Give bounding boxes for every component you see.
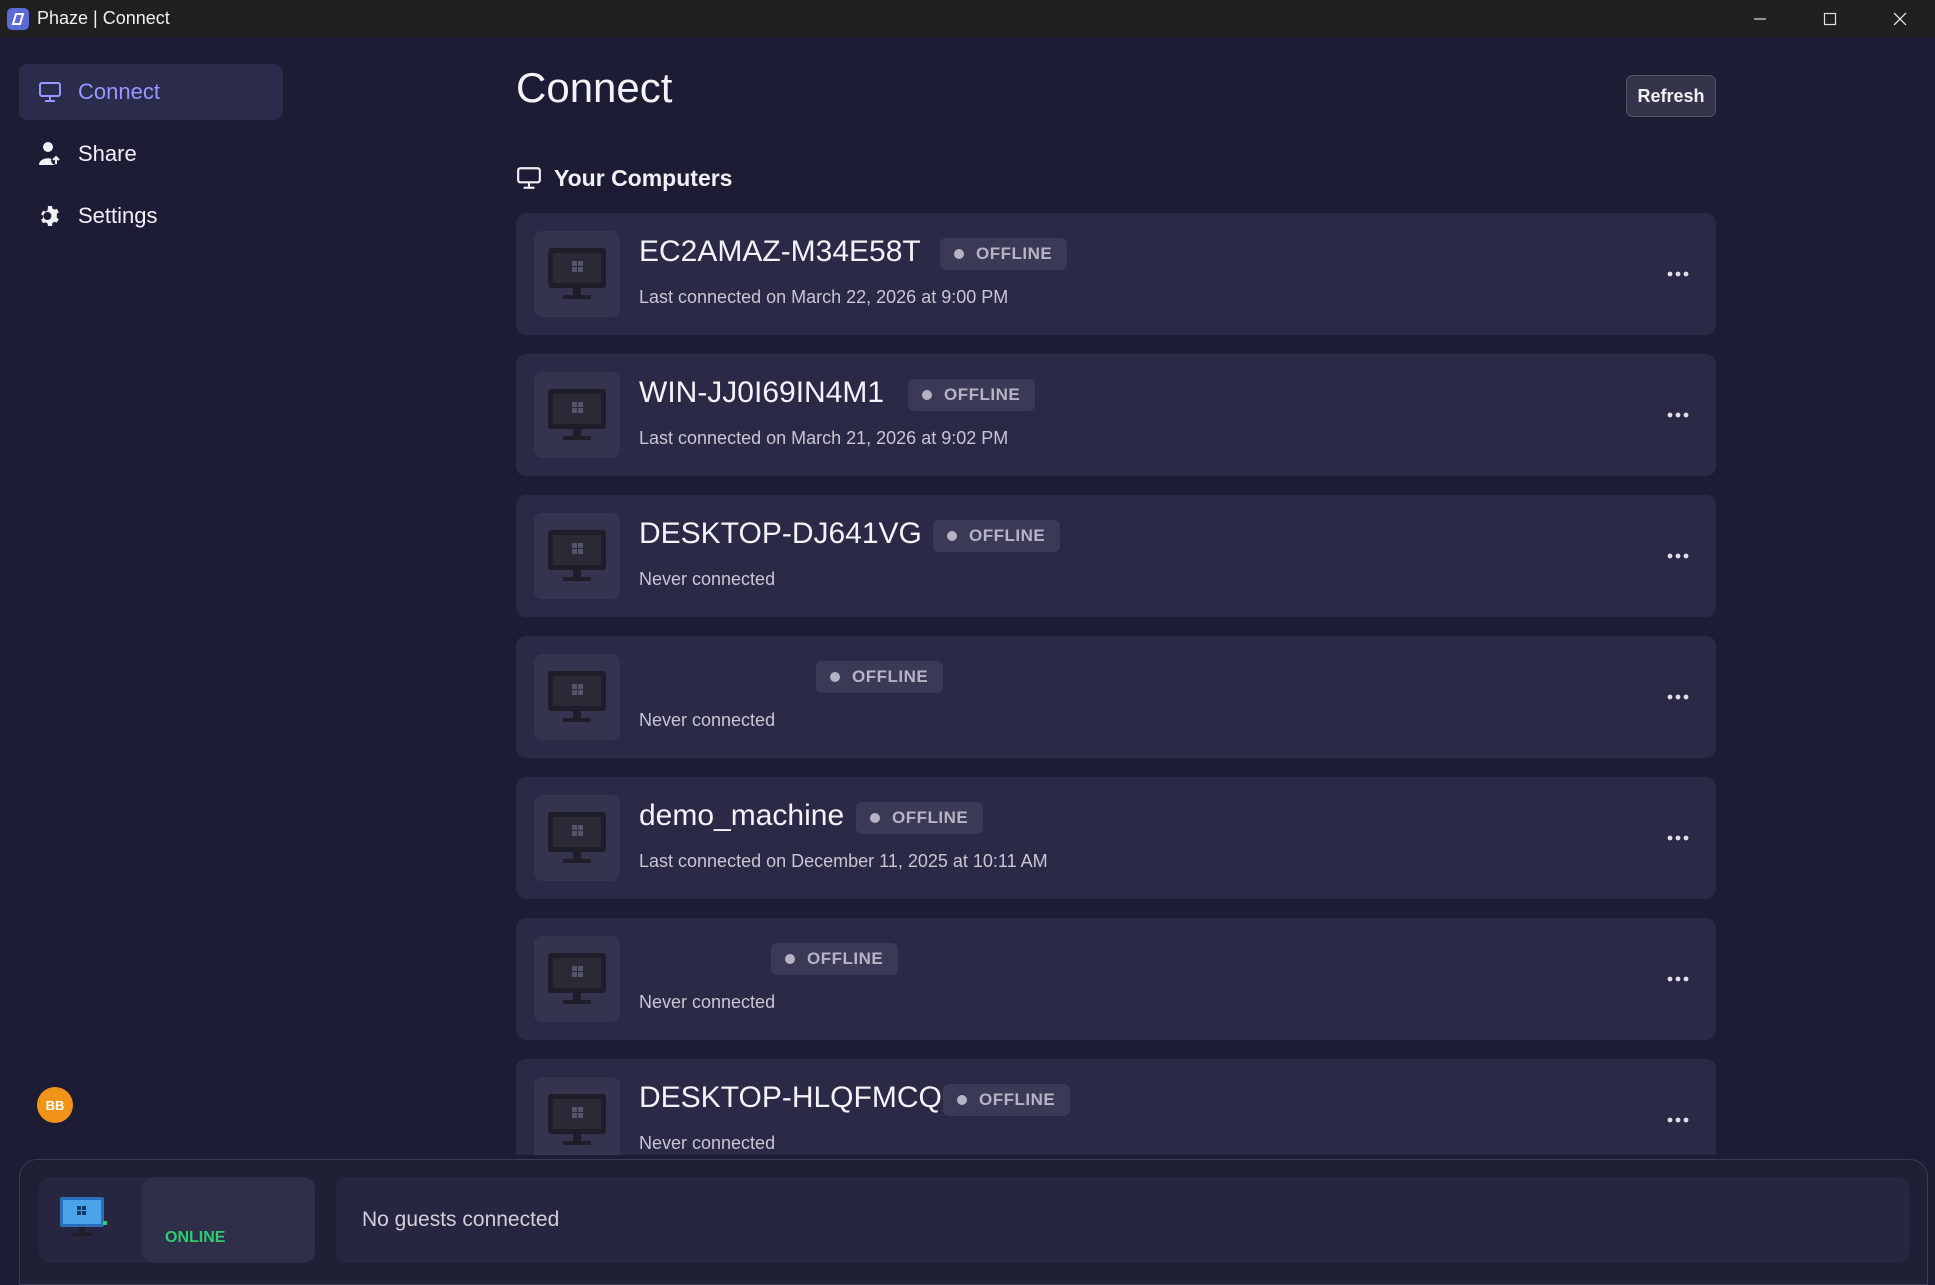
guests-status-text: No guests connected <box>362 1208 560 1231</box>
status-label: OFFLINE <box>969 526 1046 545</box>
host-status-box: ONLINE <box>142 1177 315 1263</box>
status-label: OFFLINE <box>976 244 1053 263</box>
status-bar: ONLINE No guests connected <box>19 1159 1928 1285</box>
ellipsis-icon <box>1667 412 1689 418</box>
status-label: OFFLINE <box>852 667 929 686</box>
computer-monitor-icon <box>534 795 620 881</box>
last-connected: Never connected <box>639 1133 776 1153</box>
refresh-button[interactable]: Refresh <box>1626 75 1716 117</box>
last-connected: Last connected on December 11, 2025 at 1… <box>639 851 1048 871</box>
close-icon <box>1893 12 1907 25</box>
sidebar-item-label: Settings <box>78 203 158 228</box>
maximize-icon <box>1823 12 1837 25</box>
ellipsis-icon <box>1667 1117 1689 1123</box>
status-label: OFFLINE <box>979 1090 1056 1109</box>
computer-name: DESKTOP-HLQFMCQ <box>639 1081 942 1114</box>
sidebar-item-settings[interactable]: Settings <box>19 188 283 244</box>
computer-card[interactable]: OFFLINE Never connected <box>516 636 1716 758</box>
computer-monitor-icon <box>534 1077 620 1155</box>
phaze-app-icon <box>7 7 29 30</box>
computer-name: DESKTOP-DJ641VG <box>639 517 922 550</box>
more-options-button[interactable] <box>1663 1106 1693 1134</box>
share-users-icon <box>36 140 64 168</box>
status-badge: OFFLINE <box>943 1084 1071 1116</box>
more-options-button[interactable] <box>1663 683 1693 711</box>
computer-list: EC2AMAZ-M34E58T OFFLINE Last connected o… <box>516 213 1716 1155</box>
ellipsis-icon <box>1667 271 1689 277</box>
computer-card[interactable]: EC2AMAZ-M34E58T OFFLINE Last connected o… <box>516 213 1716 335</box>
sidebar-item-label: Share <box>78 141 137 166</box>
status-dot-icon <box>785 954 795 964</box>
status-badge: OFFLINE <box>908 379 1036 411</box>
minimize-icon <box>1754 17 1766 20</box>
more-options-button[interactable] <box>1663 542 1693 570</box>
more-options-button[interactable] <box>1663 965 1693 993</box>
computer-card[interactable]: DESKTOP-DJ641VG OFFLINE Never connected <box>516 495 1716 617</box>
ellipsis-icon <box>1667 835 1689 841</box>
status-dot-icon <box>922 390 932 400</box>
status-badge: OFFLINE <box>933 520 1061 552</box>
status-dot-icon <box>954 249 964 259</box>
status-dot-icon <box>957 1095 967 1105</box>
monitor-icon <box>36 78 64 106</box>
status-badge: OFFLINE <box>816 661 944 693</box>
computer-card[interactable]: OFFLINE Never connected <box>516 918 1716 1040</box>
computer-name: WIN-JJ0I69IN4M1 <box>639 376 885 409</box>
page-title: Connect <box>516 64 673 111</box>
last-connected: Never connected <box>639 992 776 1012</box>
last-connected: Last connected on March 22, 2026 at 9:00… <box>639 287 1009 307</box>
status-badge: OFFLINE <box>856 802 984 834</box>
host-status-label: ONLINE <box>165 1229 226 1246</box>
sidebar-item-connect[interactable]: Connect <box>19 64 283 120</box>
computer-name: demo_machine <box>639 799 845 832</box>
computer-monitor-icon <box>534 372 620 458</box>
status-dot-icon <box>830 672 840 682</box>
computer-card[interactable]: WIN-JJ0I69IN4M1 OFFLINE Last connected o… <box>516 354 1716 476</box>
computer-name: EC2AMAZ-M34E58T <box>639 235 921 268</box>
close-button[interactable] <box>1865 0 1935 37</box>
host-monitor-icon <box>59 1195 109 1241</box>
guests-panel: No guests connected <box>336 1177 1910 1263</box>
status-label: OFFLINE <box>944 385 1021 404</box>
minimize-button[interactable] <box>1725 0 1795 37</box>
ellipsis-icon <box>1667 553 1689 559</box>
status-label: OFFLINE <box>892 808 969 827</box>
status-dot-icon <box>947 531 957 541</box>
host-panel[interactable]: ONLINE <box>39 1177 315 1263</box>
status-label: OFFLINE <box>807 949 884 968</box>
section-header: Your Computers <box>516 164 732 192</box>
ellipsis-icon <box>1667 976 1689 982</box>
status-dot-icon <box>870 813 880 823</box>
monitor-icon <box>516 164 544 192</box>
gear-icon <box>36 202 64 230</box>
computer-monitor-icon <box>534 513 620 599</box>
more-options-button[interactable] <box>1663 824 1693 852</box>
maximize-button[interactable] <box>1795 0 1865 37</box>
computer-card[interactable]: DESKTOP-HLQFMCQ OFFLINE Never connected <box>516 1059 1716 1155</box>
more-options-button[interactable] <box>1663 401 1693 429</box>
computer-card[interactable]: demo_machine OFFLINE Last connected on D… <box>516 777 1716 899</box>
last-connected: Last connected on March 21, 2026 at 9:02… <box>639 428 1009 448</box>
more-options-button[interactable] <box>1663 260 1693 288</box>
last-connected: Never connected <box>639 569 776 589</box>
status-badge: OFFLINE <box>771 943 899 975</box>
sidebar-item-share[interactable]: Share <box>19 126 283 182</box>
ellipsis-icon <box>1667 694 1689 700</box>
title-bar: Phaze | Connect <box>0 0 1935 37</box>
sidebar: Connect Share Settings <box>0 37 300 1157</box>
status-badge: OFFLINE <box>940 238 1068 270</box>
sidebar-item-label: Connect <box>78 79 160 104</box>
avatar[interactable]: BB <box>37 1087 73 1123</box>
section-title: Your Computers <box>554 164 733 191</box>
window-title: Phaze | Connect <box>37 8 170 28</box>
computer-monitor-icon <box>534 936 620 1022</box>
last-connected: Never connected <box>639 710 776 730</box>
computer-monitor-icon <box>534 654 620 740</box>
computer-monitor-icon <box>534 231 620 317</box>
